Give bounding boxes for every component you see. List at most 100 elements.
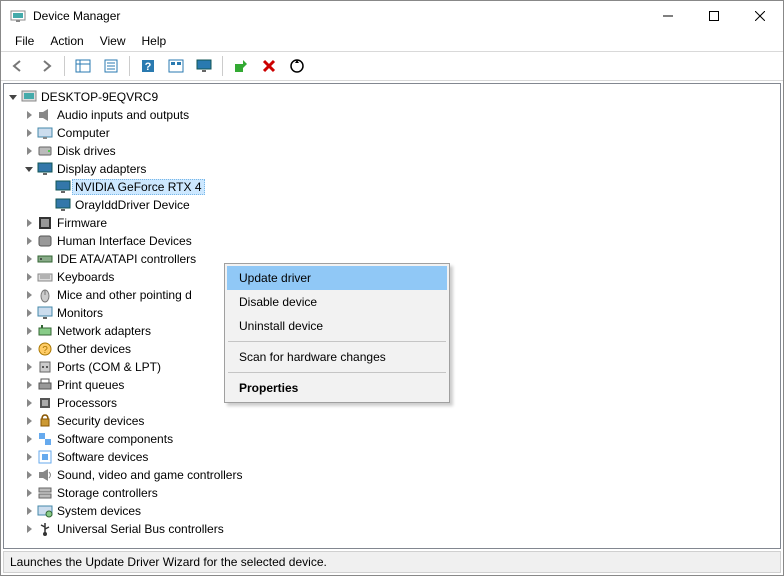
window-title: Device Manager: [33, 9, 120, 23]
minimize-button[interactable]: [645, 1, 691, 31]
tree-node-label: Human Interface Devices: [54, 233, 195, 249]
help-button[interactable]: ?: [135, 54, 161, 78]
expander-icon[interactable]: [22, 522, 36, 536]
tree-node-label: Disk drives: [54, 143, 119, 159]
ide-icon: [36, 251, 54, 267]
update-driver-button[interactable]: [228, 54, 254, 78]
tree-node[interactable]: Computer: [4, 124, 780, 142]
expander-icon[interactable]: [22, 486, 36, 500]
tree-node[interactable]: Audio inputs and outputs: [4, 106, 780, 124]
tree-node[interactable]: Human Interface Devices: [4, 232, 780, 250]
tree-node[interactable]: Security devices: [4, 412, 780, 430]
expander-icon[interactable]: [22, 126, 36, 140]
tree-node-label: Keyboards: [54, 269, 117, 285]
ctx-disable-device[interactable]: Disable device: [227, 290, 447, 314]
expander-icon[interactable]: [22, 450, 36, 464]
display-icon: [36, 161, 54, 177]
tree-node[interactable]: Universal Serial Bus controllers: [4, 520, 780, 538]
svg-text:?: ?: [145, 61, 152, 73]
tree-root[interactable]: DESKTOP-9EQVRC9: [4, 88, 780, 106]
storage-icon: [36, 485, 54, 501]
software-dev-icon: [36, 449, 54, 465]
expander-icon[interactable]: [22, 378, 36, 392]
software-comp-icon: [36, 431, 54, 447]
tree-node-label: Monitors: [54, 305, 106, 321]
context-menu: Update driver Disable device Uninstall d…: [224, 263, 450, 403]
tree-node-label: Mice and other pointing d: [54, 287, 195, 303]
tree-node-label: NVIDIA GeForce RTX 4: [72, 179, 205, 195]
tree-node[interactable]: Display adapters: [4, 160, 780, 178]
expander-icon[interactable]: [22, 306, 36, 320]
tree-node[interactable]: NVIDIA GeForce RTX 4: [4, 178, 780, 196]
maximize-button[interactable]: [691, 1, 737, 31]
properties-button[interactable]: [98, 54, 124, 78]
device-tree[interactable]: DESKTOP-9EQVRC9Audio inputs and outputsC…: [3, 83, 781, 549]
expander-icon[interactable]: [22, 252, 36, 266]
menu-view[interactable]: View: [92, 32, 134, 50]
expander-icon[interactable]: [22, 468, 36, 482]
ctx-properties[interactable]: Properties: [227, 376, 447, 400]
status-text: Launches the Update Driver Wizard for th…: [10, 555, 327, 569]
uninstall-button[interactable]: [256, 54, 282, 78]
expander-icon[interactable]: [22, 360, 36, 374]
tree-node-label: Security devices: [54, 413, 147, 429]
toolbar-separator: [222, 56, 223, 76]
tree-node[interactable]: System devices: [4, 502, 780, 520]
expander-icon[interactable]: [22, 234, 36, 248]
tree-node-label: Audio inputs and outputs: [54, 107, 192, 123]
tree-node-label: IDE ATA/ATAPI controllers: [54, 251, 199, 267]
computer-node-icon: [36, 125, 54, 141]
menu-help[interactable]: Help: [134, 32, 175, 50]
expander-icon[interactable]: [22, 162, 36, 176]
disk-icon: [36, 143, 54, 159]
mouse-icon: [36, 287, 54, 303]
ctx-separator: [228, 341, 446, 342]
expander-icon[interactable]: [22, 288, 36, 302]
tree-node-label: Storage controllers: [54, 485, 161, 501]
tree-node[interactable]: Disk drives: [4, 142, 780, 160]
ctx-uninstall-device[interactable]: Uninstall device: [227, 314, 447, 338]
expander-icon[interactable]: [22, 414, 36, 428]
titlebar: Device Manager: [1, 1, 783, 31]
scan-button[interactable]: [284, 54, 310, 78]
show-hidden-button[interactable]: [70, 54, 96, 78]
expander-icon[interactable]: [22, 324, 36, 338]
expander-icon[interactable]: [22, 108, 36, 122]
ctx-scan-hardware[interactable]: Scan for hardware changes: [227, 345, 447, 369]
statusbar: Launches the Update Driver Wizard for th…: [3, 551, 781, 573]
network-icon: [36, 323, 54, 339]
other-icon: ?: [36, 341, 54, 357]
tree-node-label: Ports (COM & LPT): [54, 359, 164, 375]
tree-node-label: OrayIddDriver Device: [72, 197, 193, 213]
forward-button[interactable]: [33, 54, 59, 78]
expander-icon[interactable]: [22, 270, 36, 284]
tree-node[interactable]: Storage controllers: [4, 484, 780, 502]
tree-node[interactable]: Sound, video and game controllers: [4, 466, 780, 484]
tree-node[interactable]: Software components: [4, 430, 780, 448]
tree-node[interactable]: Software devices: [4, 448, 780, 466]
expander-icon[interactable]: [22, 144, 36, 158]
ctx-update-driver[interactable]: Update driver: [227, 266, 447, 290]
app-icon: [9, 8, 27, 24]
monitor-tree-icon: [36, 305, 54, 321]
close-button[interactable]: [737, 1, 783, 31]
keyboard-icon: [36, 269, 54, 285]
tree-node[interactable]: Firmware: [4, 214, 780, 232]
expander-icon[interactable]: [22, 396, 36, 410]
expander-icon[interactable]: [22, 216, 36, 230]
expander-icon[interactable]: [22, 504, 36, 518]
expander-icon: [40, 180, 54, 194]
menu-action[interactable]: Action: [42, 32, 91, 50]
toolbar-separator: [64, 56, 65, 76]
back-button[interactable]: [5, 54, 31, 78]
root-button[interactable]: [163, 54, 189, 78]
menu-file[interactable]: File: [7, 32, 42, 50]
tree-node-label: Firmware: [54, 215, 110, 231]
expander-icon[interactable]: [22, 342, 36, 356]
expander-icon[interactable]: [22, 432, 36, 446]
ctx-separator: [228, 372, 446, 373]
expander-icon[interactable]: [6, 90, 20, 104]
monitor-button[interactable]: [191, 54, 217, 78]
tree-node-label: Other devices: [54, 341, 134, 357]
tree-node[interactable]: OrayIddDriver Device: [4, 196, 780, 214]
